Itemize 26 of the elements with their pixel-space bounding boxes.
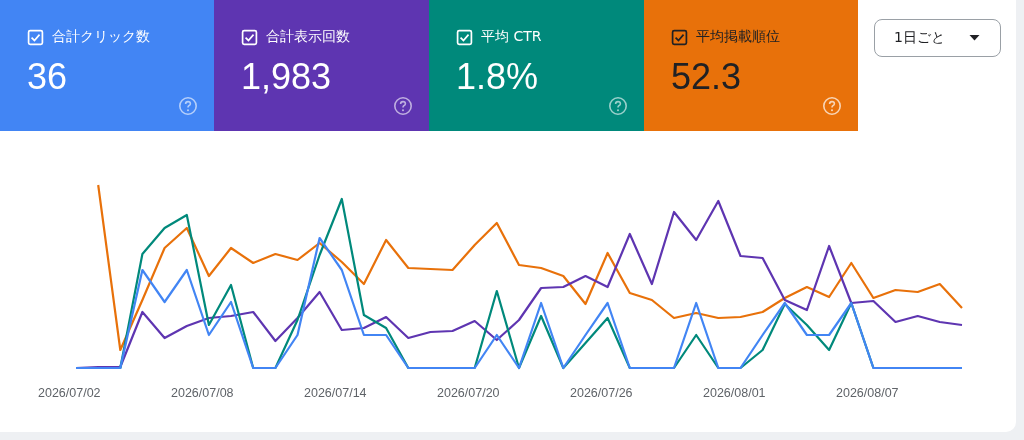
metric-card[interactable]: 合計表示回数 1,983 — [214, 0, 429, 131]
metric-card[interactable]: 合計クリック数 36 — [0, 0, 214, 131]
metric-value: 52.3 — [671, 56, 743, 98]
axis-label: 2026/08/01 — [703, 386, 767, 400]
axis-label: 2026/07/14 — [304, 386, 368, 400]
help-icon[interactable] — [178, 96, 198, 116]
metric-value: 1.8% — [456, 56, 540, 98]
metric-card[interactable]: 平均掲載順位 52.3 — [644, 0, 858, 131]
period-dropdown[interactable]: 1日ごと — [874, 19, 1001, 57]
axis-label: 2026/07/20 — [437, 386, 501, 400]
axis-label: 2026/08/07 — [836, 386, 900, 400]
metric-label: 合計表示回数 — [266, 28, 350, 46]
help-icon[interactable] — [393, 96, 413, 116]
axis-label: 2026/07/02 — [38, 386, 102, 400]
metric-label: 合計クリック数 — [52, 28, 150, 46]
caret-icon — [969, 35, 980, 41]
checkbox-icon[interactable] — [671, 28, 688, 46]
metric-value: 1,983 — [241, 56, 333, 98]
metric-card[interactable]: 平均 CTR 1.8% — [429, 0, 644, 131]
metric-value: 36 — [27, 56, 69, 98]
metric-label: 平均掲載順位 — [696, 28, 780, 46]
help-icon[interactable] — [822, 96, 842, 116]
help-icon[interactable] — [608, 96, 628, 116]
metric-label: 平均 CTR — [481, 28, 542, 46]
axis-label: 2026/07/08 — [171, 386, 235, 400]
axis-label: 2026/07/26 — [570, 386, 634, 400]
